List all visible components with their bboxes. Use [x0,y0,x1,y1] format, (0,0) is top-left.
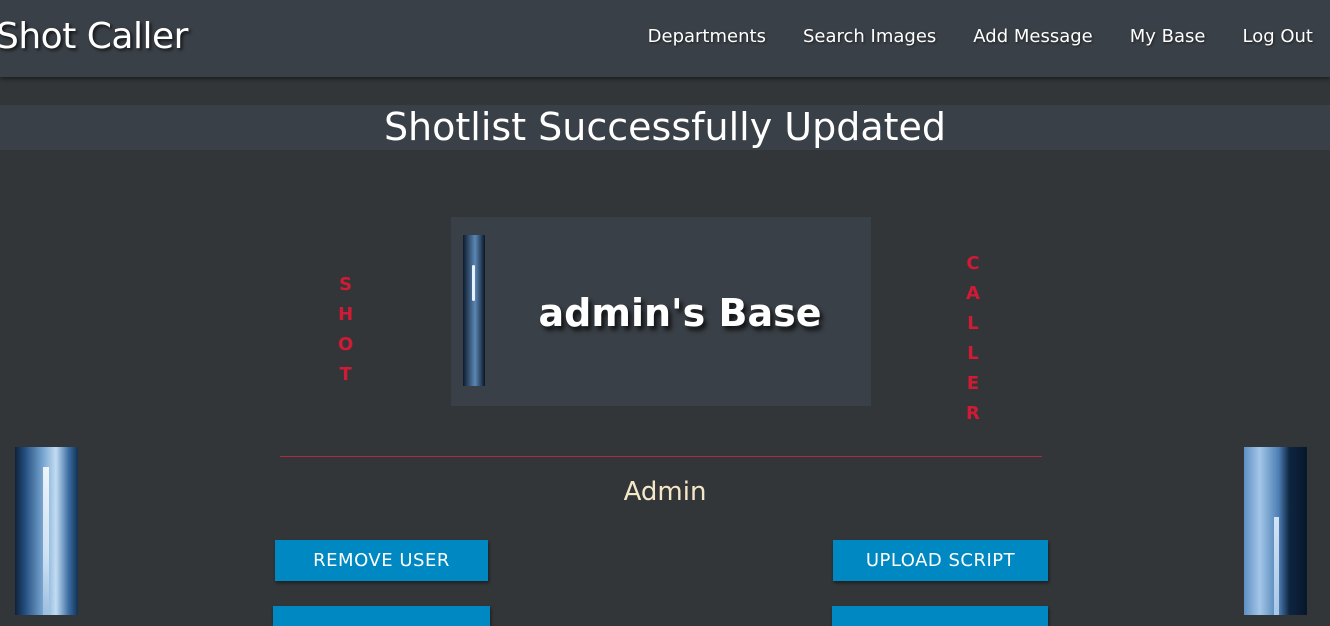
nav-my-base[interactable]: My Base [1130,26,1206,47]
caller-letter: L [967,313,979,334]
upload-script-button[interactable]: UPLOAD SCRIPT [833,540,1048,581]
nav-log-out[interactable]: Log Out [1242,26,1313,47]
remove-user-button[interactable]: REMOVE USER [275,540,488,581]
shot-letter: H [338,304,354,325]
secondary-left-button[interactable] [273,606,490,626]
shot-vertical-text: S H O T [338,270,353,390]
nav-departments[interactable]: Departments [648,26,766,47]
left-side-image [15,447,78,615]
nav-add-message[interactable]: Add Message [973,26,1092,47]
caller-letter: L [967,343,979,364]
caller-letter: C [966,253,980,274]
nav-links: Departments Search Images Add Message My… [648,26,1313,47]
right-side-image [1244,447,1307,615]
caller-vertical-text: C A L L E R [966,249,980,429]
caller-letter: E [966,373,980,394]
base-card: admin's Base [451,217,871,406]
caller-letter: R [966,403,980,424]
status-message: Shotlist Successfully Updated [383,105,947,149]
shot-letter: T [339,364,352,385]
status-banner: Shotlist Successfully Updated [0,105,1330,150]
user-name: Admin [623,477,707,507]
brand-logo[interactable]: Shot Caller [0,16,188,57]
section-divider [280,456,1042,457]
navbar: Shot Caller Departments Search Images Ad… [0,0,1330,77]
shot-letter: O [338,334,354,355]
caller-letter: A [966,283,980,304]
base-title: admin's Base [538,291,822,335]
nav-search-images[interactable]: Search Images [803,26,936,47]
shot-letter: S [339,274,353,295]
secondary-right-button[interactable] [832,606,1048,626]
